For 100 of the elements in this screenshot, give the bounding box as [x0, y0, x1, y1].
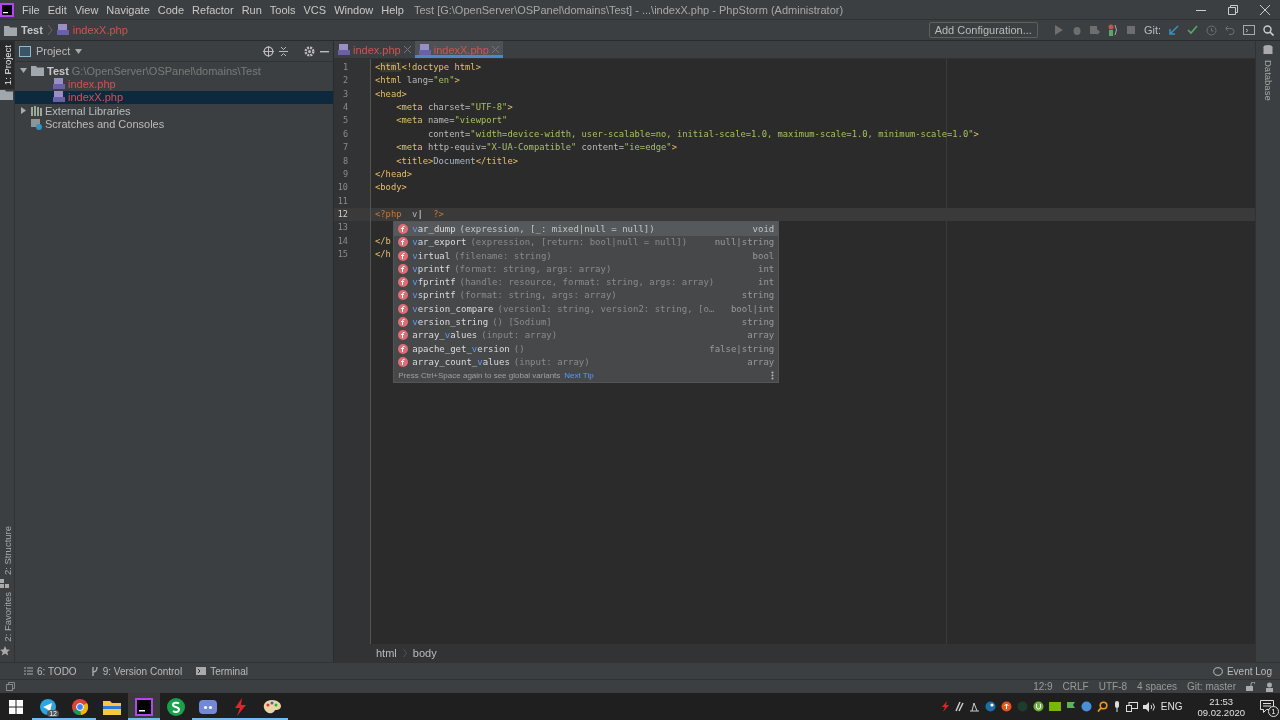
side-tab[interactable]: 2: Structure: [0, 522, 14, 580]
notifications-icon[interactable]: [1260, 700, 1274, 713]
paper-plane-icon[interactable]: [39, 697, 57, 716]
breadcrumb[interactable]: html: [376, 647, 397, 659]
completion-item[interactable]: var_export (expression, [return: bool|null = null]) null|string: [394, 235, 779, 249]
library-icon: [31, 105, 42, 116]
database-icon[interactable]: [1263, 45, 1273, 56]
tree-item[interactable]: Test G:\OpenServer\OSPanel\domains\Test: [15, 64, 333, 78]
search-icon[interactable]: [1263, 24, 1274, 36]
taskbar-app[interactable]: [128, 693, 160, 720]
lock-icon[interactable]: [1246, 682, 1255, 691]
code-line: </head>: [375, 167, 413, 181]
tree-item[interactable]: Scratches and Consoles: [15, 117, 333, 131]
s-logo-icon[interactable]: [167, 697, 185, 716]
upload-icon[interactable]: [1000, 701, 1012, 712]
php-file-icon: [53, 78, 65, 91]
terminal-icon[interactable]: [196, 667, 207, 675]
chrome-icon[interactable]: [71, 697, 89, 716]
side-tab[interactable]: 1: Project: [0, 41, 14, 90]
update-arrow-icon[interactable]: [1169, 25, 1179, 35]
completion-item[interactable]: virtual (filename: string) bool: [394, 248, 779, 263]
status-item[interactable]: CRLF: [1062, 681, 1089, 692]
side-tab[interactable]: Database: [1262, 60, 1274, 101]
completion-item[interactable]: vsprintf (format: string, args: array) string: [394, 288, 779, 303]
breadcrumb-project[interactable]: Test: [21, 24, 43, 36]
clock-time[interactable]: 21:53: [1209, 695, 1234, 707]
branch-icon[interactable]: [90, 666, 99, 676]
completion-item[interactable]: apache_get_version () false|string: [394, 342, 779, 356]
panel-toggle-icon[interactable]: [6, 682, 15, 691]
code-line: <body>: [375, 181, 407, 195]
completion-item[interactable]: version_compare (version1: string, version2: string, [o… bool|int: [394, 302, 779, 316]
completion-item[interactable]: array_values (input: array) array: [394, 328, 779, 342]
tree-item[interactable]: External Libraries: [15, 104, 333, 118]
menu-item[interactable]: Refactor: [188, 3, 238, 16]
close-icon[interactable]: [1260, 4, 1270, 15]
completion-item[interactable]: vprintf (format: string, args: array) int: [394, 262, 779, 276]
checkmark-icon[interactable]: [1187, 25, 1198, 35]
function-icon: [398, 277, 409, 288]
crosshair-icon[interactable]: [263, 45, 274, 57]
language-indicator[interactable]: ENG: [1160, 701, 1183, 712]
chevron-icon: [46, 25, 53, 35]
status-item[interactable]: Git: master: [1187, 681, 1236, 692]
run-configuration-button[interactable]: Add Configuration...: [928, 22, 1038, 38]
torrent-icon[interactable]: [1032, 701, 1044, 712]
menu-item[interactable]: View: [70, 3, 103, 16]
php-file-icon: [418, 43, 431, 56]
collapse-all-icon[interactable]: [279, 45, 288, 57]
speaker-icon[interactable]: [1142, 701, 1156, 712]
project-view-dropdown[interactable]: Project: [36, 45, 71, 57]
magnifier-icon[interactable]: [1096, 701, 1108, 712]
palette-icon[interactable]: [263, 698, 281, 715]
menu-item[interactable]: Code: [153, 3, 189, 16]
more-icon[interactable]: [771, 370, 775, 380]
folder-path: G:\OpenServer\OSPanel\domains\Test: [71, 64, 261, 77]
expanded-arrow-icon[interactable]: [19, 66, 28, 76]
code-line: <meta charset="UTF-8">: [395, 101, 513, 115]
tree-item[interactable]: indexX.php: [15, 90, 333, 105]
status-item[interactable]: UTF-8: [1098, 681, 1128, 692]
app-logo-icon[interactable]: [0, 2, 14, 17]
microphone-icon[interactable]: [1112, 701, 1121, 712]
folder-icon[interactable]: [103, 698, 121, 715]
status-item[interactable]: 4 spaces: [1137, 681, 1178, 692]
status-item[interactable]: 12:9: [1033, 681, 1053, 692]
side-tab[interactable]: 2: Favorites: [0, 588, 14, 646]
dropdown-caret-icon[interactable]: [75, 48, 83, 54]
menu-item[interactable]: Navigate: [102, 3, 154, 16]
lightning-icon[interactable]: [940, 701, 949, 712]
tool-window-button[interactable]: 6: TODO: [24, 665, 77, 677]
gamepad-icon[interactable]: [199, 698, 217, 715]
speech-bubble-icon[interactable]: [1212, 666, 1223, 676]
structure-icon[interactable]: [0, 579, 9, 589]
menu-item[interactable]: Edit: [43, 3, 71, 16]
lightning-icon[interactable]: [233, 697, 247, 716]
menu-item[interactable]: Window: [330, 3, 378, 16]
completion-item[interactable]: var_dump (expression, [_: mixed|null = null]) void: [394, 222, 779, 236]
function-icon: [398, 250, 409, 261]
inspector-icon[interactable]: [1265, 681, 1274, 692]
menu-item[interactable]: Tools: [265, 3, 300, 16]
collapsed-arrow-icon[interactable]: [19, 106, 28, 116]
function-icon: [398, 356, 409, 367]
star-icon[interactable]: [0, 646, 10, 656]
menu-item[interactable]: Help: [377, 3, 408, 16]
profiler-icon[interactable]: [1107, 24, 1118, 36]
code-line: <?php v| ?>: [375, 207, 444, 221]
completion-item[interactable]: array_count_values (input: array) array: [394, 355, 779, 369]
restore-icon[interactable]: [1228, 4, 1238, 15]
menu-item[interactable]: File: [18, 3, 44, 16]
terminal-icon[interactable]: [1243, 25, 1255, 35]
menu-item[interactable]: VCS: [299, 3, 331, 16]
completion-item[interactable]: version_string () [Sodium] string: [394, 315, 779, 329]
clock-date[interactable]: 09.02.2020: [1197, 706, 1245, 718]
completion-item[interactable]: vfprintf (handle: resource, format: string, args: array) int: [394, 275, 779, 289]
menu-item[interactable]: Run: [237, 3, 266, 16]
breadcrumb[interactable]: body: [412, 647, 437, 659]
tool-window-button[interactable]: Terminal: [196, 665, 248, 677]
tool-window-button[interactable]: 9: Version Control: [90, 665, 183, 677]
network-monitor-icon[interactable]: [1125, 701, 1138, 712]
next-tip-link[interactable]: Next Tip: [564, 370, 594, 380]
event-log-button[interactable]: Event Log: [1212, 665, 1272, 677]
settings-icon[interactable]: [304, 45, 315, 57]
